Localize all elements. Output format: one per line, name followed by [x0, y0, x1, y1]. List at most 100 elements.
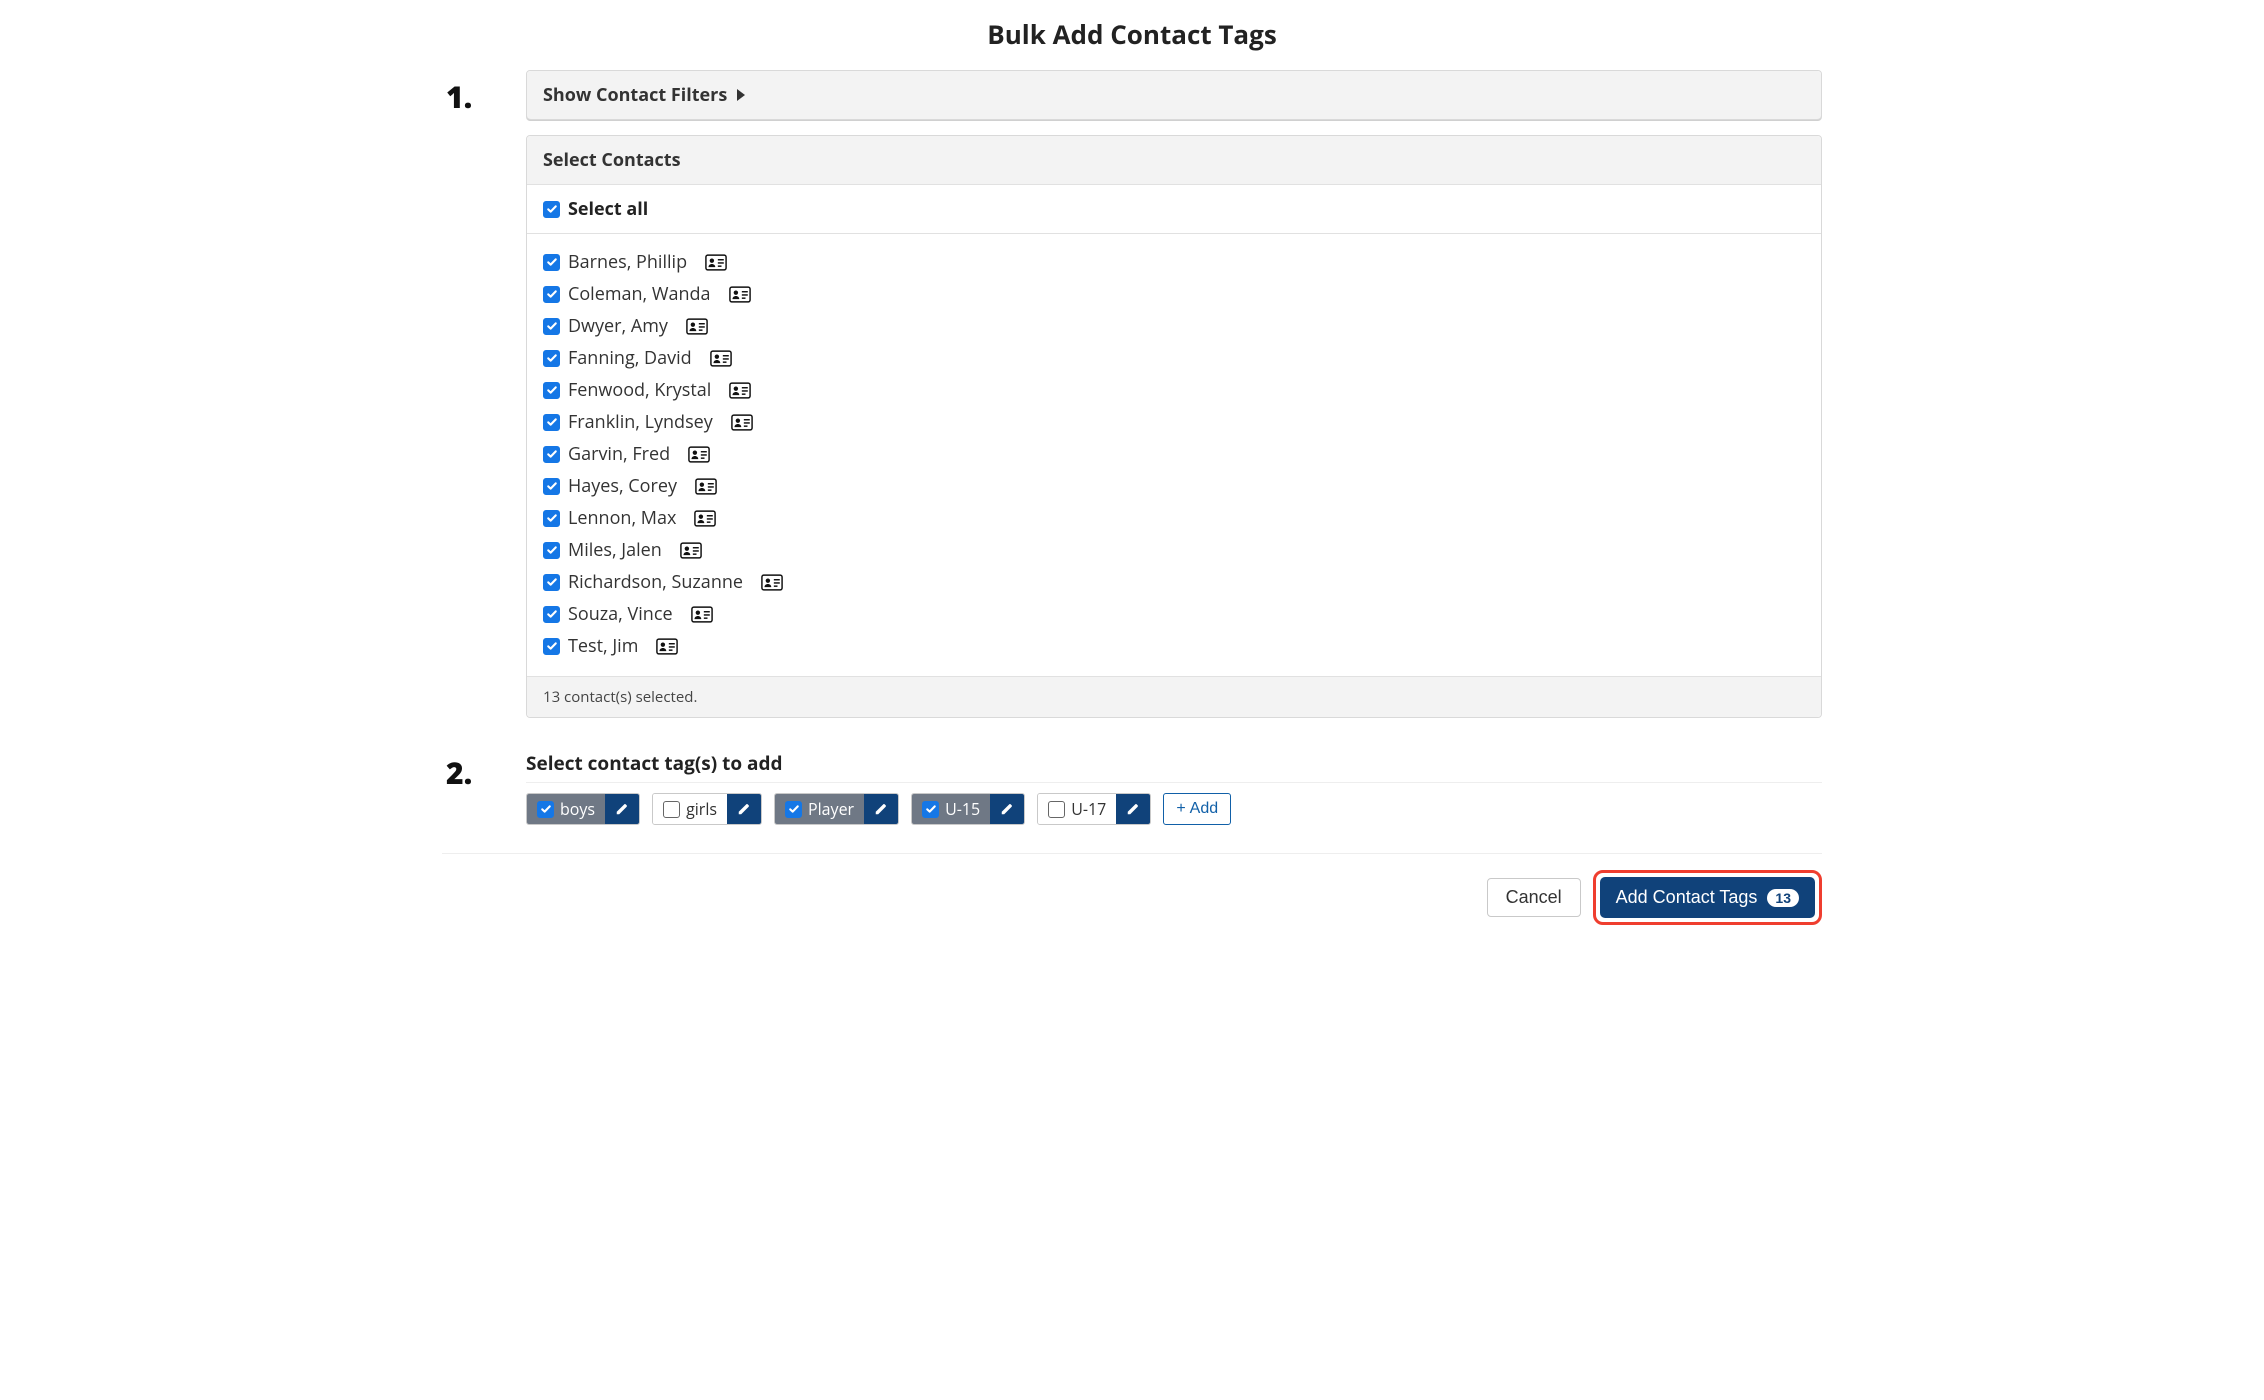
contact-name: Barnes, Phillip [568, 250, 687, 274]
contact-row: Dwyer, Amy [543, 310, 1805, 342]
contact-card-icon[interactable] [695, 478, 717, 495]
select-all-checkbox[interactable] [543, 201, 560, 218]
tag-label: Player [808, 798, 854, 820]
contact-card-icon[interactable] [688, 446, 710, 463]
tag-chip-toggle[interactable]: Player [775, 794, 864, 824]
pencil-icon [737, 802, 751, 816]
submit-count-badge: 13 [1767, 889, 1799, 907]
contact-row: Fanning, David [543, 342, 1805, 374]
tag-edit-button[interactable] [1116, 794, 1150, 824]
contact-checkbox[interactable] [543, 510, 560, 527]
contact-checkbox[interactable] [543, 606, 560, 623]
select-all-row[interactable]: Select all [527, 185, 1821, 234]
contact-name: Dwyer, Amy [568, 314, 668, 338]
filters-toggle-label: Show Contact Filters [543, 83, 727, 107]
tag-chip: girls [652, 793, 762, 825]
tag-checkbox[interactable] [1048, 801, 1065, 818]
contact-card-icon[interactable] [686, 318, 708, 335]
pencil-icon [615, 802, 629, 816]
contact-name: Miles, Jalen [568, 538, 662, 562]
contact-row: Test, Jim [543, 630, 1805, 662]
tag-chip-toggle[interactable]: boys [527, 794, 605, 824]
contact-checkbox[interactable] [543, 286, 560, 303]
contact-name: Hayes, Corey [568, 474, 677, 498]
plus-icon: + [1176, 800, 1185, 818]
contact-row: Lennon, Max [543, 502, 1805, 534]
contact-card-icon[interactable] [691, 606, 713, 623]
filters-toggle[interactable]: Show Contact Filters [527, 71, 1821, 120]
contact-name: Garvin, Fred [568, 442, 670, 466]
page-title: Bulk Add Contact Tags [442, 16, 1822, 52]
contact-checkbox[interactable] [543, 382, 560, 399]
contact-row: Coleman, Wanda [543, 278, 1805, 310]
contacts-panel-header: Select Contacts [527, 136, 1821, 185]
tag-chip-toggle[interactable]: girls [653, 794, 727, 824]
tag-chip: Player [774, 793, 899, 825]
contact-card-icon[interactable] [729, 286, 751, 303]
contact-card-icon[interactable] [710, 350, 732, 367]
contact-card-icon[interactable] [729, 382, 751, 399]
contact-name: Test, Jim [568, 634, 638, 658]
contact-card-icon[interactable] [680, 542, 702, 559]
tag-chip-toggle[interactable]: U-15 [912, 794, 990, 824]
tag-chip: U-15 [911, 793, 1025, 825]
contact-name: Richardson, Suzanne [568, 570, 743, 594]
contact-checkbox[interactable] [543, 350, 560, 367]
contact-name: Fenwood, Krystal [568, 378, 711, 402]
submit-button-label: Add Contact Tags [1616, 887, 1758, 908]
contacts-selected-summary: 13 contact(s) selected. [527, 676, 1821, 717]
tag-edit-button[interactable] [605, 794, 639, 824]
tag-label: U-17 [1071, 798, 1106, 820]
contact-checkbox[interactable] [543, 574, 560, 591]
tag-edit-button[interactable] [727, 794, 761, 824]
filters-panel: Show Contact Filters [526, 70, 1822, 121]
tag-chip-toggle[interactable]: U-17 [1038, 794, 1116, 824]
contact-name: Lennon, Max [568, 506, 676, 530]
contact-name: Fanning, David [568, 346, 692, 370]
contact-checkbox[interactable] [543, 414, 560, 431]
contact-checkbox[interactable] [543, 318, 560, 335]
contact-checkbox[interactable] [543, 254, 560, 271]
chevron-right-icon [737, 89, 745, 101]
cancel-button[interactable]: Cancel [1487, 878, 1581, 917]
tag-chip: U-17 [1037, 793, 1151, 825]
contact-card-icon[interactable] [656, 638, 678, 655]
tag-label: U-15 [945, 798, 980, 820]
contact-card-icon[interactable] [705, 254, 727, 271]
contact-checkbox[interactable] [543, 478, 560, 495]
tag-edit-button[interactable] [990, 794, 1024, 824]
tag-label: boys [560, 798, 595, 820]
add-tag-button[interactable]: + Add [1163, 793, 1231, 825]
contact-card-icon[interactable] [694, 510, 716, 527]
contact-name: Souza, Vince [568, 602, 673, 626]
submit-button-highlight: Add Contact Tags 13 [1593, 870, 1822, 925]
step2-number: 2. [442, 726, 498, 793]
contact-row: Franklin, Lyndsey [543, 406, 1805, 438]
select-all-label: Select all [568, 197, 648, 221]
contact-card-icon[interactable] [761, 574, 783, 591]
contact-row: Richardson, Suzanne [543, 566, 1805, 598]
tag-checkbox[interactable] [537, 801, 554, 818]
contact-checkbox[interactable] [543, 542, 560, 559]
contact-row: Hayes, Corey [543, 470, 1805, 502]
contact-row: Souza, Vince [543, 598, 1805, 630]
add-contact-tags-button[interactable]: Add Contact Tags 13 [1600, 877, 1815, 918]
tag-checkbox[interactable] [663, 801, 680, 818]
contact-checkbox[interactable] [543, 446, 560, 463]
pencil-icon [1000, 802, 1014, 816]
contact-name: Coleman, Wanda [568, 282, 711, 306]
pencil-icon [874, 802, 888, 816]
pencil-icon [1126, 802, 1140, 816]
contact-name: Franklin, Lyndsey [568, 410, 713, 434]
contacts-panel: Select Contacts Select all Barnes, Phill… [526, 135, 1822, 718]
tag-chip: boys [526, 793, 640, 825]
tag-checkbox[interactable] [922, 801, 939, 818]
tag-label: girls [686, 798, 717, 820]
tag-edit-button[interactable] [864, 794, 898, 824]
contact-checkbox[interactable] [543, 638, 560, 655]
contact-row: Miles, Jalen [543, 534, 1805, 566]
contact-row: Fenwood, Krystal [543, 374, 1805, 406]
tags-row: boys girls Player U-15 U-17 + Add [526, 782, 1822, 825]
tag-checkbox[interactable] [785, 801, 802, 818]
contact-card-icon[interactable] [731, 414, 753, 431]
